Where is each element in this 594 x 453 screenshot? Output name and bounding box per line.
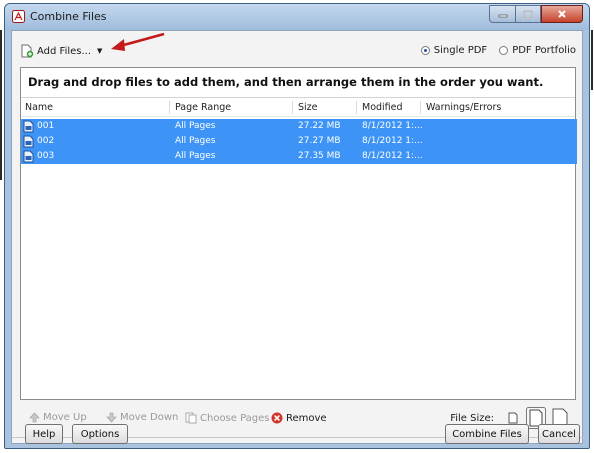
background-edge-left bbox=[0, 30, 2, 180]
maximize-icon bbox=[523, 9, 533, 19]
dropdown-caret-icon: ▼ bbox=[97, 47, 103, 55]
radio-selected-icon bbox=[420, 46, 430, 55]
table-row[interactable]: 002 All Pages 27.27 MB 8/1/2012 1:... bbox=[21, 134, 577, 149]
close-icon bbox=[558, 10, 566, 18]
column-divider bbox=[292, 101, 293, 114]
file-modified: 8/1/2012 1:... bbox=[362, 121, 423, 131]
file-size-small-button[interactable] bbox=[506, 411, 520, 425]
minimize-icon bbox=[498, 14, 507, 18]
single-pdf-label: Single PDF bbox=[433, 45, 488, 56]
cancel-button[interactable]: Cancel bbox=[538, 424, 580, 444]
column-header-size[interactable]: Size bbox=[298, 102, 318, 113]
file-modified: 8/1/2012 1:... bbox=[362, 151, 423, 161]
column-divider bbox=[356, 101, 357, 114]
move-up-button[interactable]: Move Up bbox=[29, 412, 87, 423]
maximize-button[interactable] bbox=[515, 5, 541, 23]
file-size: 27.22 MB bbox=[298, 121, 341, 131]
file-size: 27.27 MB bbox=[298, 136, 341, 146]
column-header-modified[interactable]: Modified bbox=[362, 102, 403, 113]
table-row[interactable]: 001 All Pages 27.22 MB 8/1/2012 1:... bbox=[21, 119, 577, 134]
remove-icon bbox=[271, 412, 283, 424]
file-list-panel[interactable]: Drag and drop files to add them, and the… bbox=[20, 67, 577, 400]
file-modified: 8/1/2012 1:... bbox=[362, 136, 423, 146]
background-edge-right bbox=[591, 30, 593, 90]
file-page-range: All Pages bbox=[175, 121, 216, 131]
file-list-rows: 001 All Pages 27.22 MB 8/1/2012 1:... 00… bbox=[21, 119, 577, 164]
pdf-file-icon bbox=[23, 120, 34, 133]
file-size: 27.35 MB bbox=[298, 151, 341, 161]
pdf-portfolio-label: PDF Portfolio bbox=[512, 45, 576, 56]
small-page-icon bbox=[508, 412, 518, 424]
move-down-label: Move Down bbox=[120, 412, 179, 423]
move-up-label: Move Up bbox=[43, 412, 87, 423]
pages-icon bbox=[185, 412, 197, 424]
add-files-icon bbox=[21, 44, 34, 58]
file-size-label: File Size: bbox=[450, 412, 494, 424]
dialog-body: Add Files... ▼ Single PDF PDF Portfolio … bbox=[11, 30, 584, 444]
single-pdf-radio[interactable]: Single PDF bbox=[420, 45, 488, 56]
column-divider bbox=[420, 101, 421, 114]
file-name: 002 bbox=[37, 136, 55, 146]
combine-files-dialog: Combine Files Add Files... ▼ Single PDF … bbox=[4, 3, 590, 449]
remove-label: Remove bbox=[286, 412, 327, 424]
column-header-warnings[interactable]: Warnings/Errors bbox=[426, 102, 501, 113]
radio-unselected-icon bbox=[499, 46, 509, 55]
output-type-options: Single PDF PDF Portfolio bbox=[420, 45, 576, 56]
window-controls bbox=[489, 5, 583, 23]
arrow-down-icon bbox=[106, 412, 117, 423]
help-button[interactable]: Help bbox=[25, 424, 63, 444]
file-page-range: All Pages bbox=[175, 151, 216, 161]
file-page-range: All Pages bbox=[175, 136, 216, 146]
combine-files-button[interactable]: Combine Files bbox=[445, 424, 529, 444]
column-divider bbox=[169, 101, 170, 114]
column-header-name[interactable]: Name bbox=[25, 102, 53, 113]
acrobat-app-icon bbox=[12, 10, 25, 23]
pdf-portfolio-radio[interactable]: PDF Portfolio bbox=[499, 45, 576, 56]
instruction-text: Drag and drop files to add them, and the… bbox=[28, 75, 544, 89]
annotation-arrow-icon bbox=[111, 32, 165, 51]
choose-pages-label: Choose Pages bbox=[200, 412, 270, 424]
remove-button[interactable]: Remove bbox=[271, 412, 327, 424]
choose-pages-button[interactable]: Choose Pages bbox=[185, 412, 270, 424]
close-button[interactable] bbox=[541, 5, 583, 23]
arrow-up-icon bbox=[29, 412, 40, 423]
column-header-page-range[interactable]: Page Range bbox=[175, 102, 231, 113]
move-down-button[interactable]: Move Down bbox=[106, 412, 178, 423]
options-button[interactable]: Options bbox=[72, 424, 128, 444]
file-name: 003 bbox=[37, 151, 55, 161]
add-files-button[interactable]: Add Files... ▼ bbox=[20, 44, 102, 58]
window-title: Combine Files bbox=[30, 10, 107, 23]
file-name: 001 bbox=[37, 121, 55, 131]
add-files-label: Add Files... bbox=[37, 45, 92, 57]
title-bar[interactable]: Combine Files bbox=[5, 4, 589, 30]
file-list-header: Name Page Range Size Modified Warnings/E… bbox=[21, 97, 575, 117]
pdf-file-icon bbox=[23, 135, 34, 148]
pdf-file-icon bbox=[23, 150, 34, 163]
table-row[interactable]: 003 All Pages 27.35 MB 8/1/2012 1:... bbox=[21, 149, 577, 164]
minimize-button[interactable] bbox=[489, 5, 515, 23]
